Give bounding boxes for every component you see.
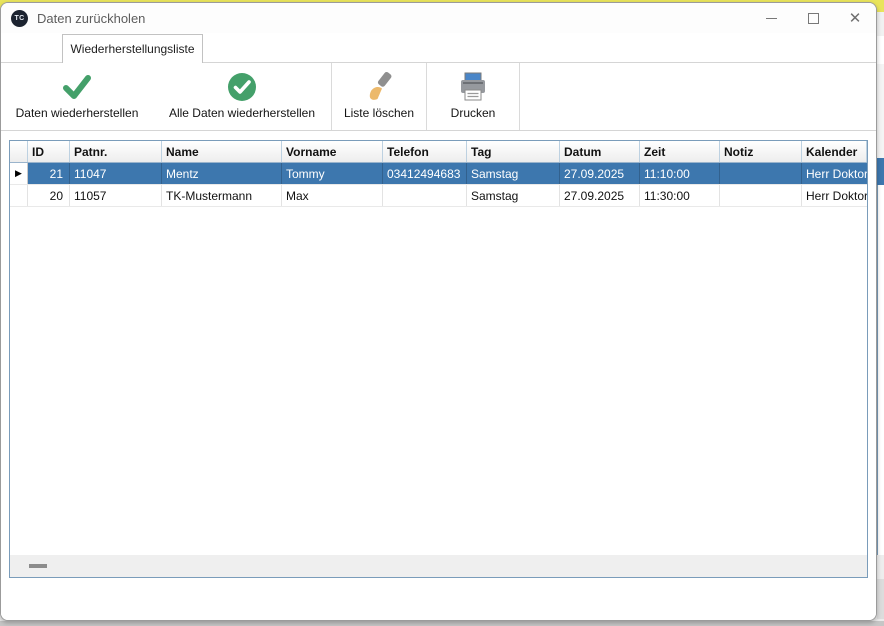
cell-kalender[interactable]: Herr Doktor [802, 185, 867, 206]
column-header-datum[interactable]: Datum [560, 141, 640, 162]
cell-telefon[interactable] [383, 185, 467, 206]
row-selector-header [10, 141, 28, 162]
toolbar: Daten wiederherstellen Alle Daten wieder… [1, 63, 876, 131]
backdrop-right-sliver [877, 185, 884, 555]
circle-check-icon [227, 71, 257, 103]
print-button[interactable]: Drucken [427, 63, 519, 130]
cell-id[interactable]: 21 [28, 163, 70, 184]
column-header-zeit[interactable]: Zeit [640, 141, 720, 162]
cell-patnr[interactable]: 11047 [70, 163, 162, 184]
toolbar-separator [519, 63, 520, 130]
column-header-tag[interactable]: Tag [467, 141, 560, 162]
close-icon: ✕ [849, 11, 862, 26]
window-controls: ✕ [750, 3, 876, 33]
maximize-icon [808, 13, 819, 24]
cell-id[interactable]: 20 [28, 185, 70, 206]
cell-notiz[interactable] [720, 163, 802, 184]
restore-all-data-button[interactable]: Alle Daten wiederherstellen [153, 63, 331, 130]
row-selector-cell [10, 185, 28, 206]
daten-zurueckholen-dialog: TC Daten zurückholen ✕ Wiederherstellung… [0, 2, 877, 621]
maximize-button[interactable] [792, 3, 834, 33]
backdrop-right-sliver [877, 12, 884, 36]
current-row-arrow-icon: ▶ [10, 163, 28, 184]
column-header-telefon[interactable]: Telefon [383, 141, 467, 162]
cell-vorname[interactable]: Tommy [282, 163, 383, 184]
column-header-vorname[interactable]: Vorname [282, 141, 383, 162]
table-empty-area [10, 207, 867, 555]
column-header-patnr[interactable]: Patnr. [70, 141, 162, 162]
tab-wiederherstellungsliste[interactable]: Wiederherstellungsliste [62, 34, 203, 63]
cell-telefon[interactable]: 03412494683 [383, 163, 467, 184]
cell-name[interactable]: TK-Mustermann [162, 185, 282, 206]
app-icon: TC [11, 10, 28, 27]
tab-strip: Wiederherstellungsliste [1, 33, 876, 63]
brush-icon [363, 71, 395, 103]
cell-name[interactable]: Mentz [162, 163, 282, 184]
current-row-arrow: ▶ [15, 168, 22, 179]
print-label: Drucken [451, 106, 496, 122]
column-header-id[interactable]: ID [28, 141, 70, 162]
restore-all-data-label: Alle Daten wiederherstellen [169, 106, 315, 122]
horizontal-scrollbar-thumb[interactable] [29, 564, 47, 568]
column-header-kalender[interactable]: Kalender [802, 141, 867, 162]
recovery-table: ID Patnr. Name Vorname Telefon Tag Datum… [9, 140, 868, 578]
cell-datum[interactable]: 27.09.2025 [560, 185, 640, 206]
backdrop-right-sliver [877, 555, 884, 579]
minimize-icon [766, 18, 777, 19]
table-row[interactable]: ▶ 21 11047 Mentz Tommy 03412494683 Samst… [10, 163, 867, 185]
close-window-button[interactable]: ✕ [834, 3, 876, 33]
horizontal-scrollbar[interactable] [10, 555, 867, 577]
cell-patnr[interactable]: 11057 [70, 185, 162, 206]
cell-zeit[interactable]: 11:10:00 [640, 163, 720, 184]
clear-list-button[interactable]: Liste löschen [332, 63, 426, 130]
table-header-row: ID Patnr. Name Vorname Telefon Tag Datum… [10, 141, 867, 163]
column-header-name[interactable]: Name [162, 141, 282, 162]
printer-icon [457, 71, 489, 103]
cell-notiz[interactable] [720, 185, 802, 206]
cell-kalender[interactable]: Herr Doktor [802, 163, 867, 184]
clear-list-label: Liste löschen [344, 106, 414, 122]
backdrop-right-sliver [877, 36, 884, 64]
window-title: Daten zurückholen [37, 11, 145, 26]
cell-zeit[interactable]: 11:30:00 [640, 185, 720, 206]
column-header-notiz[interactable]: Notiz [720, 141, 802, 162]
restore-data-button[interactable]: Daten wiederherstellen [1, 63, 153, 130]
minimize-button[interactable] [750, 3, 792, 33]
cell-vorname[interactable]: Max [282, 185, 383, 206]
main-content: ID Patnr. Name Vorname Telefon Tag Datum… [1, 131, 876, 620]
check-icon [62, 71, 92, 103]
backdrop-right-sliver-selection [877, 158, 884, 185]
cell-tag[interactable]: Samstag [467, 163, 560, 184]
backdrop-right-sliver [877, 579, 884, 619]
table-row[interactable]: 20 11057 TK-Mustermann Max Samstag 27.09… [10, 185, 867, 207]
titlebar: TC Daten zurückholen ✕ [1, 3, 876, 33]
restore-data-label: Daten wiederherstellen [16, 106, 139, 122]
cell-tag[interactable]: Samstag [467, 185, 560, 206]
cell-datum[interactable]: 27.09.2025 [560, 163, 640, 184]
backdrop-right-sliver [877, 64, 884, 158]
backdrop-bottom-sliver [0, 621, 884, 626]
